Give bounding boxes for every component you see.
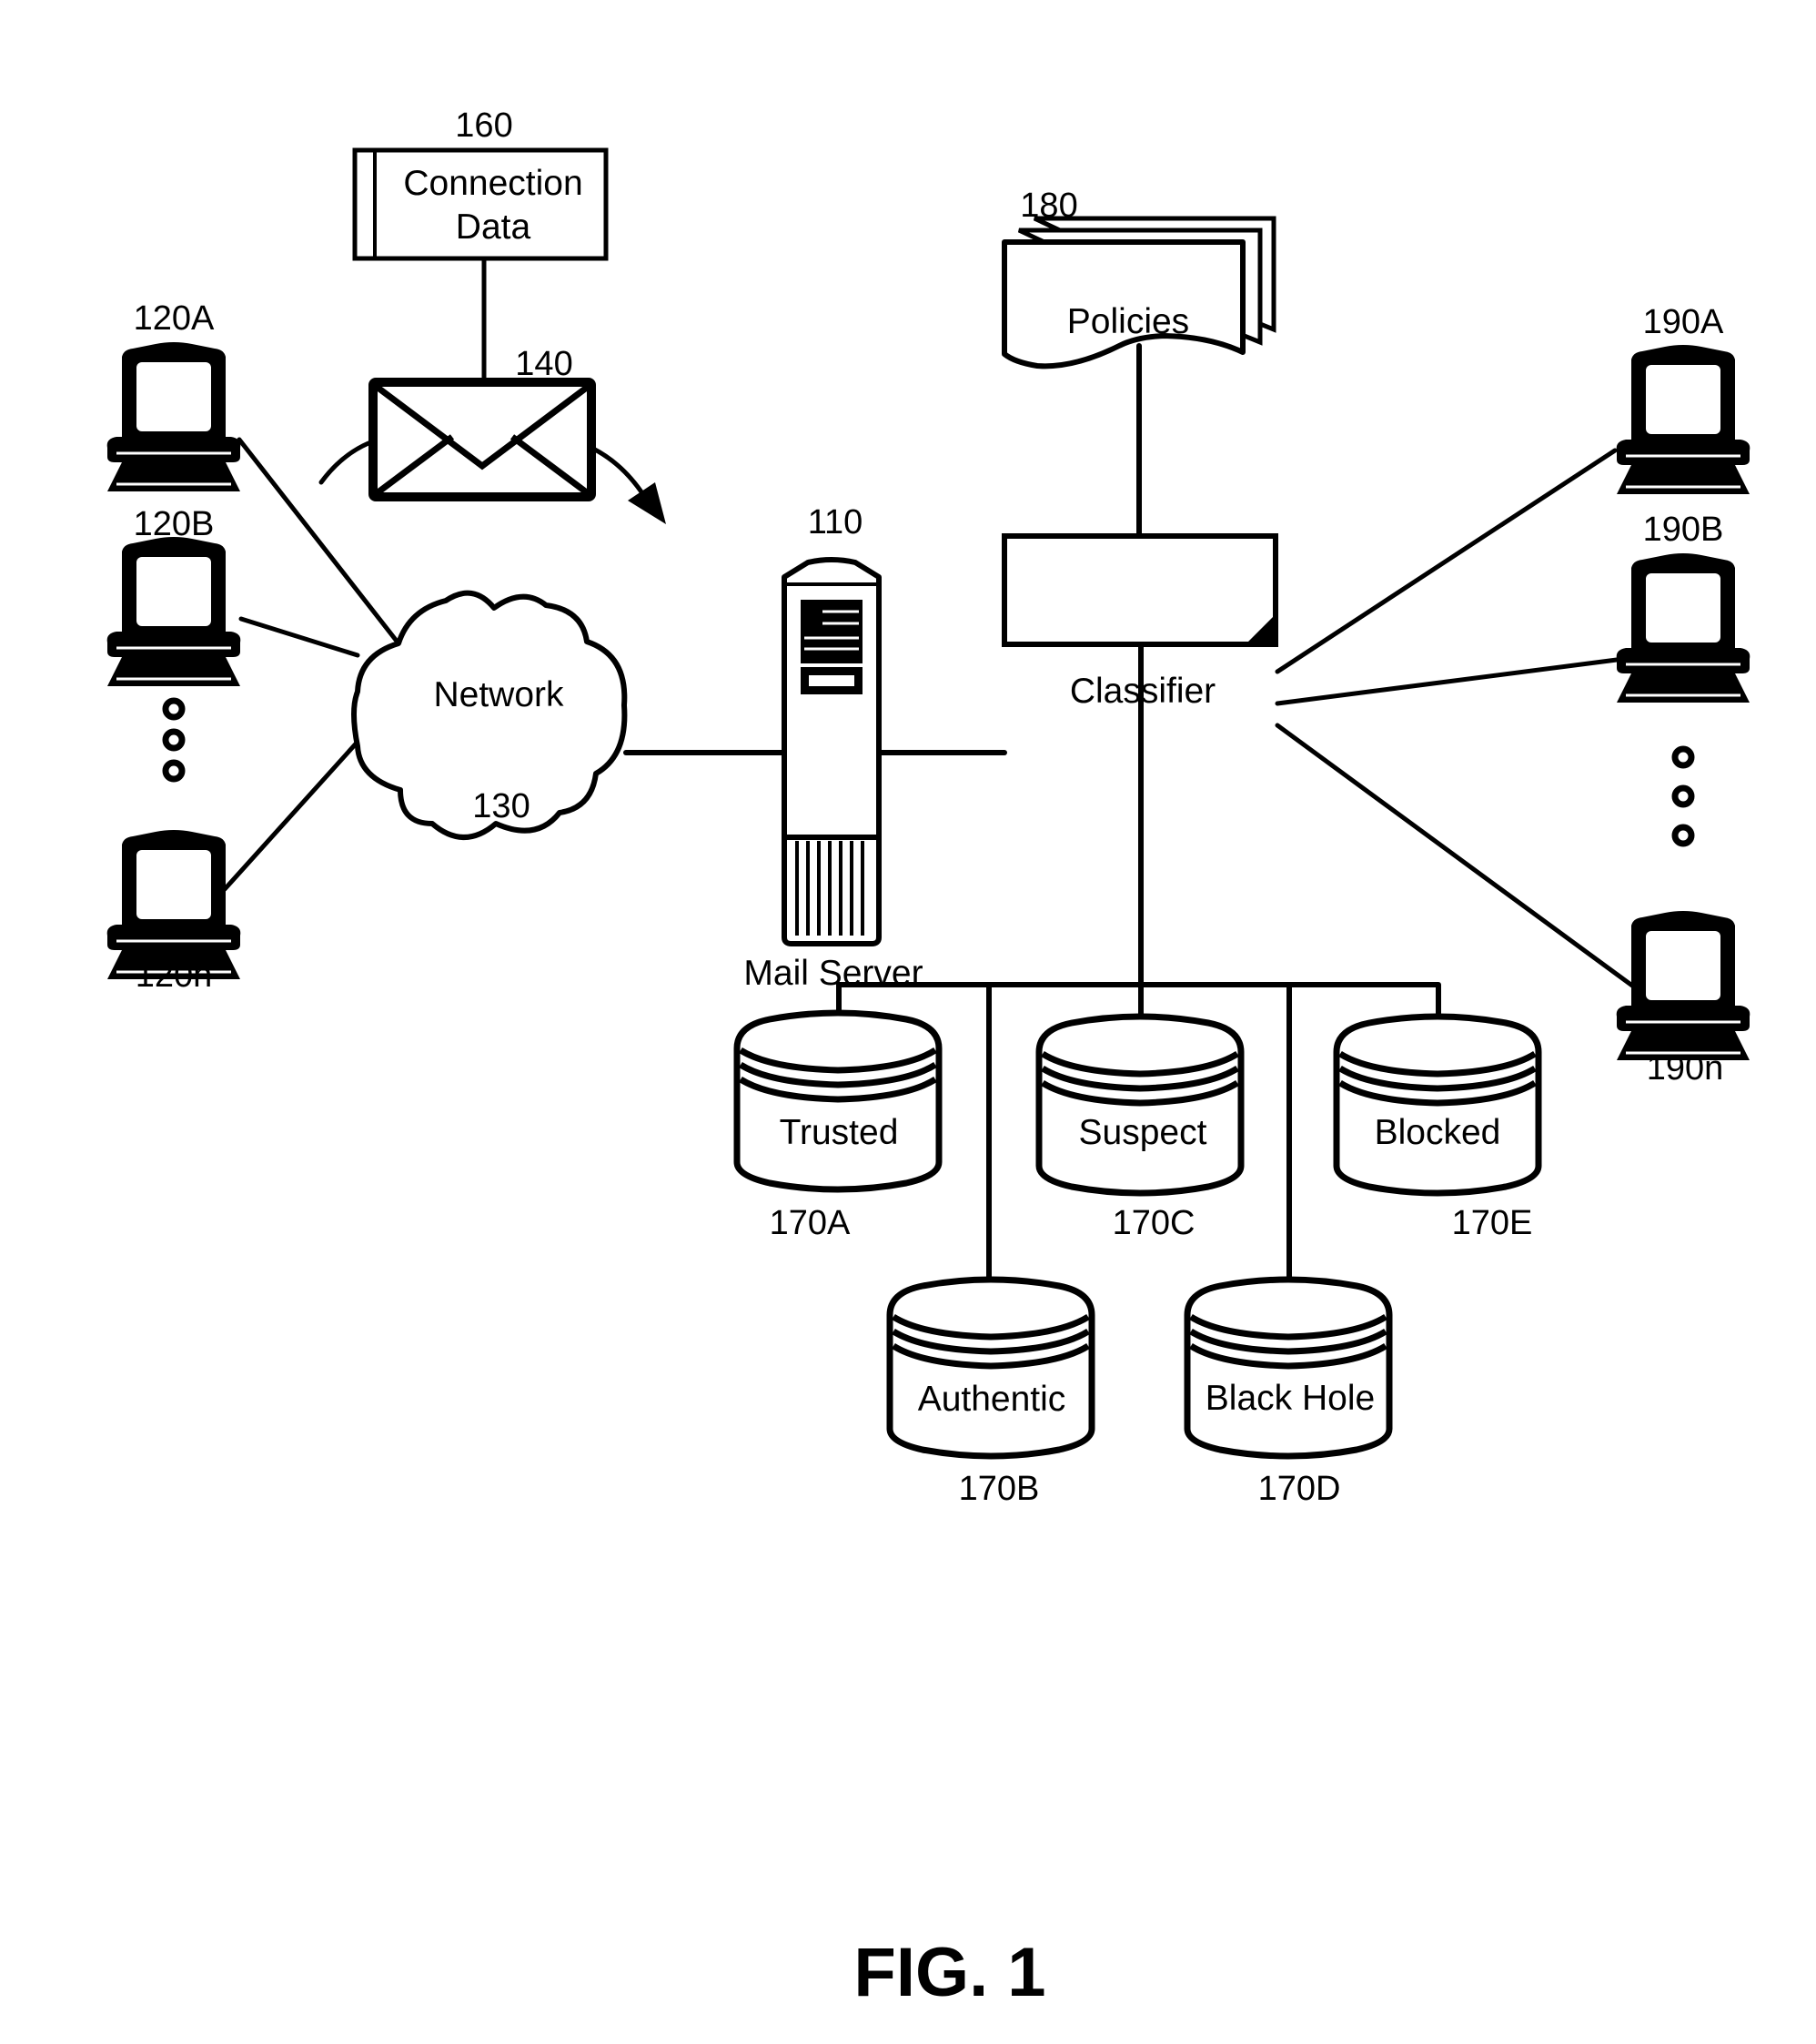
classification-stores: Trusted 170A Suspect 170C Blocked 170E A… [737, 1013, 1539, 1508]
ref-label-170c: 170C [1113, 1204, 1196, 1242]
policies-document[interactable]: 180 Policies [1002, 187, 1276, 369]
ref-label-190b: 190B [1643, 511, 1724, 549]
store-170e[interactable]: Blocked 170E [1337, 1017, 1539, 1242]
store-label-authentic: Authentic [918, 1380, 1066, 1419]
computer-icon [1615, 343, 1751, 496]
link-120b-network [238, 616, 360, 658]
store-170a[interactable]: Trusted 170A [737, 1013, 939, 1242]
store-label-trusted: Trusted [780, 1113, 899, 1152]
store-170d[interactable]: Black Hole 170D [1187, 1280, 1389, 1508]
flow-arc-in [318, 440, 371, 485]
link-classifier-190n [1275, 723, 1635, 988]
ref-label-170a: 170A [770, 1204, 851, 1242]
database-icon [1187, 1280, 1389, 1456]
figure-caption: FIG. 1 [853, 1934, 1045, 2011]
ref-label-160: 160 [455, 106, 512, 145]
computer-icon [106, 535, 242, 688]
ref-label-170d: 170D [1258, 1470, 1341, 1508]
store-label-suspect: Suspect [1079, 1113, 1207, 1152]
computer-120a[interactable]: 120A [106, 299, 242, 493]
store-170b[interactable]: Authentic 170B [890, 1280, 1092, 1508]
flow-arc-out [590, 446, 647, 499]
mail-server[interactable]: 110 Mail Server [743, 503, 923, 993]
recipient-computers: 190A 190B 190n [1615, 303, 1751, 1088]
policies-label: Policies [1067, 302, 1189, 341]
flow-arrowhead-icon [628, 482, 666, 524]
message-envelope[interactable]: 140 [318, 345, 666, 524]
store-label-blocked: Blocked [1375, 1113, 1501, 1152]
classifier[interactable]: 150 Classifier [1002, 533, 1278, 711]
ref-label-190a: 190A [1643, 303, 1724, 341]
ref-label-170b: 170B [959, 1470, 1040, 1508]
database-icon [1337, 1017, 1539, 1193]
database-icon [1039, 1017, 1241, 1193]
ref-label-190n: 190n [1647, 1049, 1724, 1088]
network-label: Network [433, 675, 564, 714]
mail-server-label: Mail Server [743, 954, 923, 993]
sender-computers: 120A 120B 120n [106, 299, 242, 995]
envelope-icon [368, 378, 596, 501]
link-classifier-190b [1275, 657, 1619, 706]
connection-data-label-line1: Connection [403, 164, 582, 203]
computer-190a[interactable]: 190A [1615, 303, 1751, 496]
classifier-label: Classifier [1070, 672, 1216, 711]
vertical-ellipsis-icon [1671, 745, 1695, 847]
classifier-box [1002, 533, 1278, 647]
store-label-black-hole: Black Hole [1206, 1379, 1375, 1418]
ref-label-140: 140 [515, 345, 572, 383]
connection-data-store[interactable]: 160 Connection Data [352, 106, 609, 261]
database-icon [737, 1013, 939, 1189]
computer-190n[interactable]: 190n [1615, 909, 1751, 1088]
computer-icon [106, 340, 242, 493]
server-tower-icon [782, 557, 882, 946]
connection-data-label-line2: Data [456, 207, 531, 247]
computer-icon [1615, 909, 1751, 1062]
computer-icon [1615, 551, 1751, 704]
ref-label-130: 130 [472, 787, 530, 825]
database-icon [890, 1280, 1092, 1456]
ref-label-120n: 120n [136, 956, 213, 995]
ref-label-120a: 120A [134, 299, 215, 338]
ref-label-110: 110 [808, 503, 863, 541]
network-cloud[interactable]: Network 130 [351, 590, 628, 840]
vertical-ellipsis-icon [162, 697, 186, 783]
ref-label-170e: 170E [1452, 1204, 1533, 1242]
link-classifier-190a [1275, 448, 1618, 674]
computer-120n[interactable]: 120n [106, 828, 242, 995]
system-diagram: 160 Connection Data 140 Network 130 110 [106, 106, 1751, 2011]
computer-190b[interactable]: 190B [1615, 511, 1751, 704]
store-170c[interactable]: Suspect 170C [1039, 1017, 1241, 1242]
computer-120b[interactable]: 120B [106, 505, 242, 688]
